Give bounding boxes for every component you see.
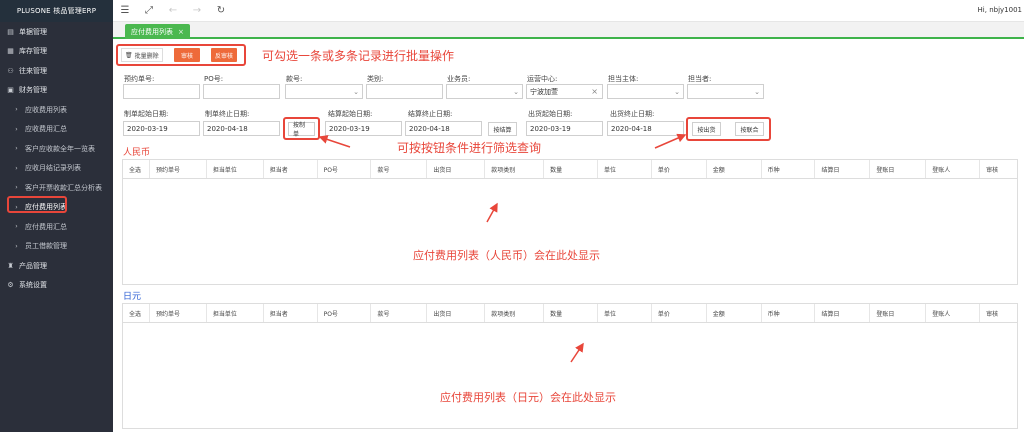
column-header: 结算日 — [815, 160, 871, 178]
column-header: PO号 — [318, 304, 372, 322]
section-title-jpy: 日元 — [123, 292, 142, 302]
column-header: 审核 — [986, 310, 999, 318]
column-header: 单位 — [598, 160, 652, 178]
column-header: 币种 — [762, 160, 816, 178]
column-header: 单位 — [598, 304, 652, 322]
column-header: 单价 — [652, 304, 707, 322]
table-header-jpy: 全选 预约单号 担当单位 担当者 PO号 款号 出货日 款项类别 数量 单位 单价 金额 币种 结算日 登账… — [123, 304, 1017, 323]
column-header: 金额 — [707, 304, 762, 322]
empty-message-rmb: 应付费用列表（人民币）会在此处显示 — [413, 249, 600, 262]
column-header: 款项类别 — [485, 160, 545, 178]
column-header: 结算日 — [815, 304, 871, 322]
column-header: 金额 — [707, 160, 762, 178]
column-header: 审核 — [986, 166, 999, 174]
column-header: 担当者 — [264, 160, 318, 178]
empty-message-jpy: 应付费用列表（日元）会在此处显示 — [440, 391, 616, 404]
table-header-rmb: 全选 预约单号 担当单位 担当者 PO号 款号 出货日 款项类别 数量 单位 单价 金额 币种 结算日 登账… — [123, 160, 1017, 179]
column-header: 登账人 — [926, 160, 981, 178]
arrow-to-ship — [654, 133, 687, 149]
select-all-checkbox[interactable]: 全选 — [123, 160, 150, 178]
column-header: 出货日 — [427, 160, 486, 178]
column-header: 单价 — [652, 160, 707, 178]
column-header: 款号 — [371, 304, 428, 322]
select-all-checkbox[interactable]: 全选 — [123, 304, 150, 322]
column-header: 币种 — [762, 304, 816, 322]
table-rmb: 全选 预约单号 担当单位 担当者 PO号 款号 出货日 款项类别 数量 单位 单价 金额 币种 结算日 登账… — [122, 159, 1018, 285]
column-header: 登账日 — [870, 160, 927, 178]
column-header: PO号 — [318, 160, 372, 178]
column-header: 登账日 — [870, 304, 927, 322]
column-header: 数量 — [544, 304, 598, 322]
column-header: 款号 — [371, 160, 428, 178]
column-header: 登账人 — [926, 304, 981, 322]
column-header: 担当单位 — [207, 160, 264, 178]
column-header: 担当者 — [264, 304, 318, 322]
column-header: 预约单号 — [150, 304, 207, 322]
column-header: 数量 — [544, 160, 598, 178]
section-title-rmb: 人民币 — [123, 148, 151, 158]
column-header: 款项类别 — [485, 304, 545, 322]
column-header: 预约单号 — [150, 160, 207, 178]
table-jpy: 全选 预约单号 担当单位 担当者 PO号 款号 出货日 款项类别 数量 单位 单价 金额 币种 结算日 登账… — [122, 303, 1018, 429]
column-header: 担当单位 — [207, 304, 264, 322]
column-header: 出货日 — [427, 304, 486, 322]
arrow-to-make — [318, 135, 351, 148]
